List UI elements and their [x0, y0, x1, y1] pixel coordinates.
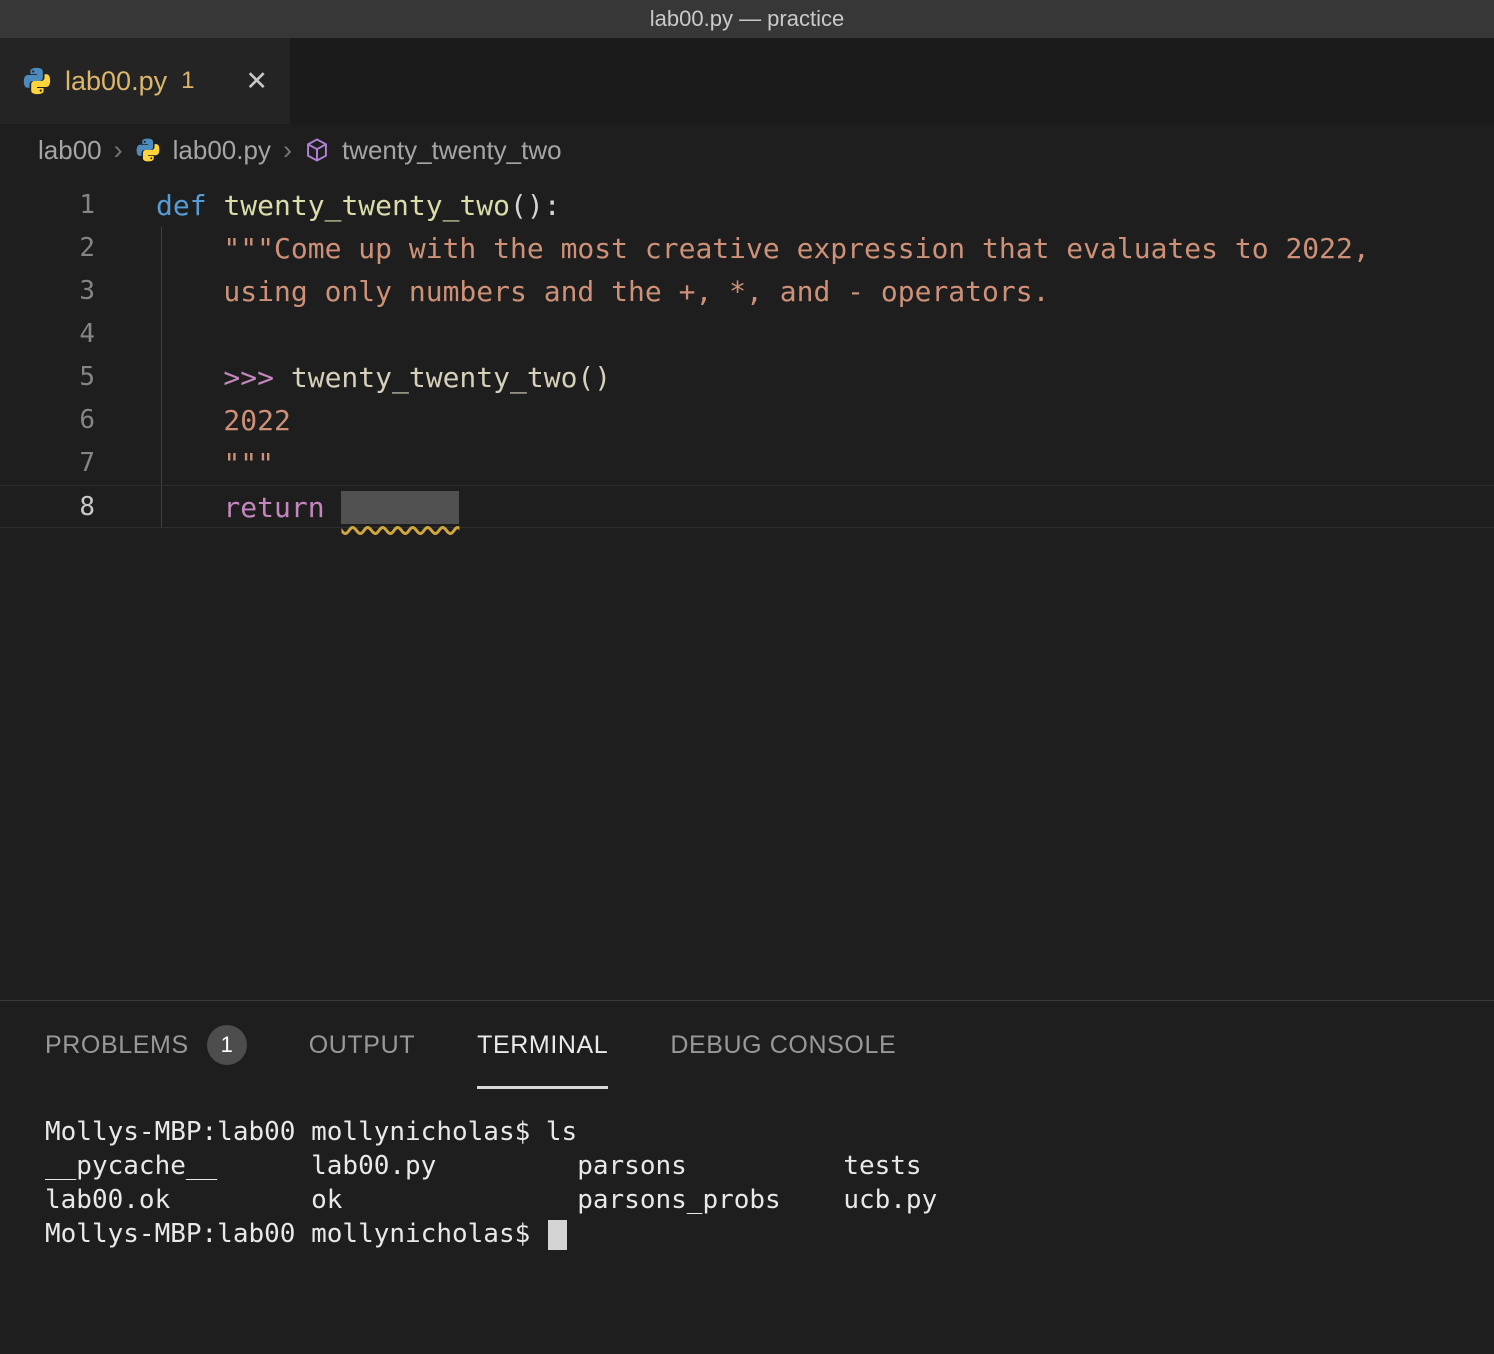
- code-line[interactable]: 1 def twenty_twenty_two():: [0, 184, 1494, 227]
- code-token: ():: [510, 189, 561, 222]
- indent-guide-line: [161, 313, 162, 356]
- line-number: 2: [0, 227, 95, 270]
- tab-filename: lab00.py: [65, 66, 167, 97]
- chevron-right-icon: ›: [283, 135, 292, 166]
- terminal-line: __pycache__ lab00.py parsons tests: [45, 1149, 1494, 1183]
- tab-problems[interactable]: PROBLEMS 1: [45, 1001, 247, 1089]
- breadcrumb-file[interactable]: lab00.py: [173, 135, 271, 166]
- window-title-bar: lab00.py — practice: [0, 0, 1494, 38]
- terminal-line: Mollys-MBP:lab00 mollynicholas$ ls: [45, 1115, 1494, 1149]
- problems-count-badge: 1: [207, 1025, 247, 1065]
- line-content[interactable]: >>> twenty_twenty_two(): [156, 356, 1494, 399]
- terminal-prompt-line[interactable]: Mollys-MBP:lab00 mollynicholas$: [45, 1217, 1494, 1251]
- indent-guide-line: [161, 356, 162, 399]
- breadcrumb-folder[interactable]: lab00: [38, 135, 102, 166]
- code-token: """: [156, 447, 274, 480]
- code-token: return: [156, 491, 341, 524]
- tab-bar: lab00.py 1 ✕: [0, 38, 1494, 124]
- code-line[interactable]: 7 """: [0, 442, 1494, 485]
- line-number: 4: [0, 313, 95, 356]
- terminal-output: Mollys-MBP:lab00 mollynicholas$ ls__pyca…: [45, 1115, 1494, 1251]
- code-token: twenty_twenty_two(): [291, 361, 611, 394]
- line-number: 8: [0, 486, 95, 527]
- code-line[interactable]: 5 >>> twenty_twenty_two(): [0, 356, 1494, 399]
- line-number: 1: [0, 184, 95, 227]
- code-line[interactable]: 3 using only numbers and the +, *, and -…: [0, 270, 1494, 313]
- line-content[interactable]: [156, 313, 1494, 356]
- terminal-line: lab00.ok ok parsons_probs ucb.py: [45, 1183, 1494, 1217]
- tab-lab00-py[interactable]: lab00.py 1 ✕: [0, 38, 290, 124]
- line-content[interactable]: def twenty_twenty_two():: [156, 184, 1494, 227]
- code-editor[interactable]: 1def twenty_twenty_two():2 """Come up wi…: [0, 176, 1494, 1000]
- code-token: def: [156, 189, 223, 222]
- breadcrumb-symbol[interactable]: twenty_twenty_two: [342, 135, 562, 166]
- code-token: """Come up with the most creative expres…: [156, 232, 1370, 265]
- window-title: lab00.py — practice: [650, 6, 844, 32]
- tab-label: TERMINAL: [477, 1031, 608, 1060]
- code-token: twenty_twenty_two: [223, 189, 510, 222]
- code-token: >>>: [156, 361, 291, 394]
- breadcrumb: lab00 › lab00.py › twenty_twenty_two: [0, 124, 1494, 176]
- code-token: using only numbers and the +, *, and - o…: [156, 275, 1049, 308]
- indent-guide-line: [161, 399, 162, 442]
- indent-guide-line: [161, 486, 162, 527]
- symbol-namespace-icon: [304, 137, 330, 163]
- line-content[interactable]: return: [156, 486, 1494, 527]
- tab-label: OUTPUT: [309, 1031, 415, 1060]
- line-number: 6: [0, 399, 95, 442]
- tab-label: PROBLEMS: [45, 1031, 189, 1060]
- python-icon: [135, 137, 161, 163]
- code-lines: 1def twenty_twenty_two():2 """Come up wi…: [0, 184, 1494, 528]
- line-number: 5: [0, 356, 95, 399]
- terminal[interactable]: Mollys-MBP:lab00 mollynicholas$ ls__pyca…: [0, 1089, 1494, 1251]
- code-line[interactable]: 4: [0, 313, 1494, 356]
- code-token: 2022: [156, 404, 291, 437]
- line-content[interactable]: """: [156, 442, 1494, 485]
- line-content[interactable]: 2022: [156, 399, 1494, 442]
- indent-guide-line: [161, 227, 162, 270]
- tab-label: DEBUG CONSOLE: [670, 1031, 896, 1060]
- python-icon: [22, 66, 52, 96]
- code-line[interactable]: 6 2022: [0, 399, 1494, 442]
- tab-terminal[interactable]: TERMINAL: [477, 1001, 608, 1089]
- terminal-prompt: Mollys-MBP:lab00 mollynicholas$: [45, 1219, 546, 1249]
- close-icon[interactable]: ✕: [245, 66, 268, 97]
- code-line[interactable]: 8 return: [0, 485, 1494, 528]
- line-content[interactable]: """Come up with the most creative expres…: [156, 227, 1494, 270]
- warning-squiggle-selection: [341, 491, 459, 524]
- chevron-right-icon: ›: [114, 135, 123, 166]
- code-line[interactable]: 2 """Come up with the most creative expr…: [0, 227, 1494, 270]
- bottom-panel: PROBLEMS 1 OUTPUT TERMINAL DEBUG CONSOLE…: [0, 1000, 1494, 1354]
- panel-tab-bar: PROBLEMS 1 OUTPUT TERMINAL DEBUG CONSOLE: [0, 1001, 1494, 1089]
- tab-output[interactable]: OUTPUT: [309, 1001, 415, 1089]
- indent-guide-line: [161, 270, 162, 313]
- line-number: 7: [0, 442, 95, 485]
- tab-problem-count: 1: [181, 67, 194, 95]
- line-content[interactable]: using only numbers and the +, *, and - o…: [156, 270, 1494, 313]
- tab-debug-console[interactable]: DEBUG CONSOLE: [670, 1001, 896, 1089]
- indent-guide-line: [161, 442, 162, 485]
- line-number: 3: [0, 270, 95, 313]
- terminal-cursor: [548, 1220, 567, 1250]
